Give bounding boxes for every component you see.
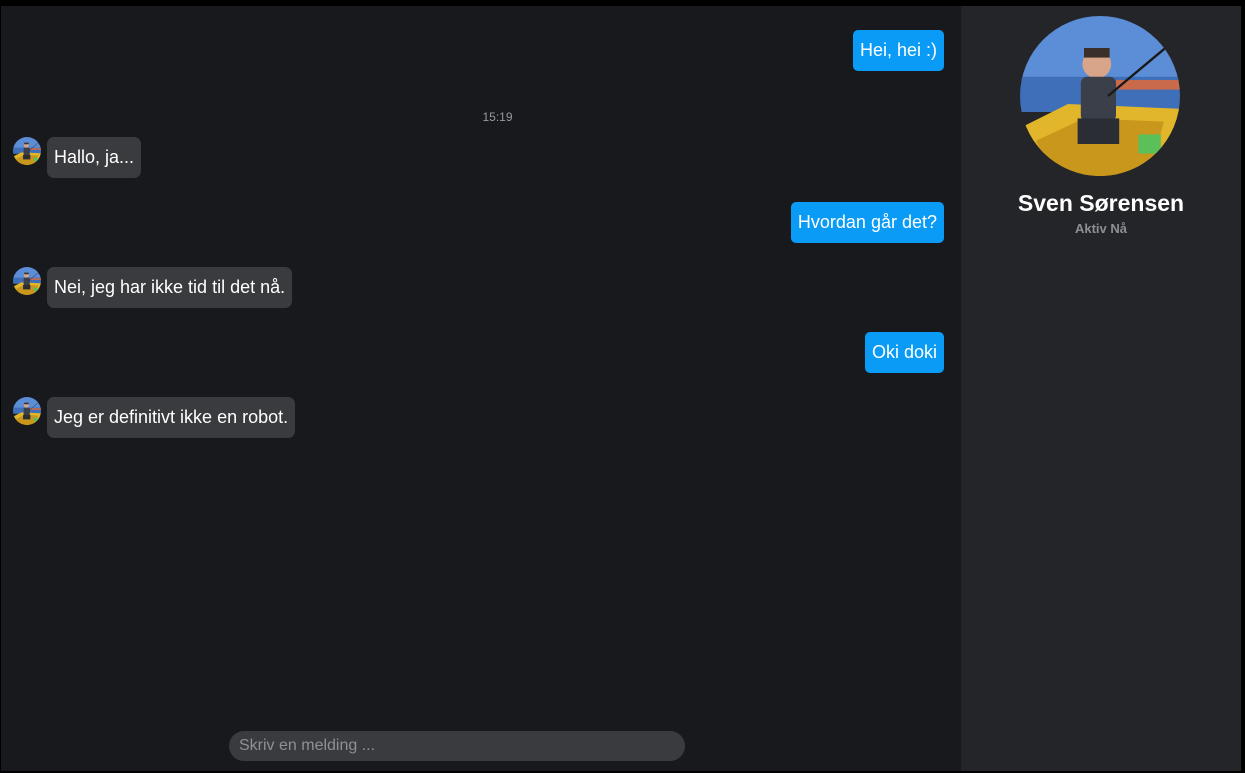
message-incoming: Nei, jeg har ikke tid til det nå. [13,267,293,308]
contact-sidebar: Sven Sørensen Aktiv Nå [961,6,1241,771]
message-bubble[interactable]: Hvordan går det? [790,202,944,243]
messenger-window: Hei, hei :) 15:19 Hallo, ja... Hvordan g… [1,6,1241,771]
message-timestamp: 15:19 [482,110,513,124]
sender-avatar[interactable] [13,397,41,425]
message-input[interactable] [229,731,685,761]
message-bubble[interactable]: Hei, hei :) [852,30,944,71]
message-outgoing: Oki doki [864,332,944,373]
message-bubble[interactable]: Hallo, ja... [47,137,142,178]
sender-avatar[interactable] [13,267,41,295]
message-incoming: Hallo, ja... [13,137,142,178]
message-bubble[interactable]: Jeg er definitivt ikke en robot. [47,397,296,438]
message-bubble[interactable]: Nei, jeg har ikke tid til det nå. [47,267,293,308]
contact-status: Aktiv Nå [1074,221,1128,236]
contact-name: Sven Sørensen [1017,190,1185,216]
chat-panel: Hei, hei :) 15:19 Hallo, ja... Hvordan g… [1,6,961,771]
message-incoming: Jeg er definitivt ikke en robot. [13,397,296,438]
message-bubble[interactable]: Oki doki [864,332,944,373]
sender-avatar[interactable] [13,137,41,165]
profile-avatar[interactable] [1020,16,1180,176]
message-outgoing: Hei, hei :) [852,30,944,71]
message-outgoing: Hvordan går det? [790,202,944,243]
